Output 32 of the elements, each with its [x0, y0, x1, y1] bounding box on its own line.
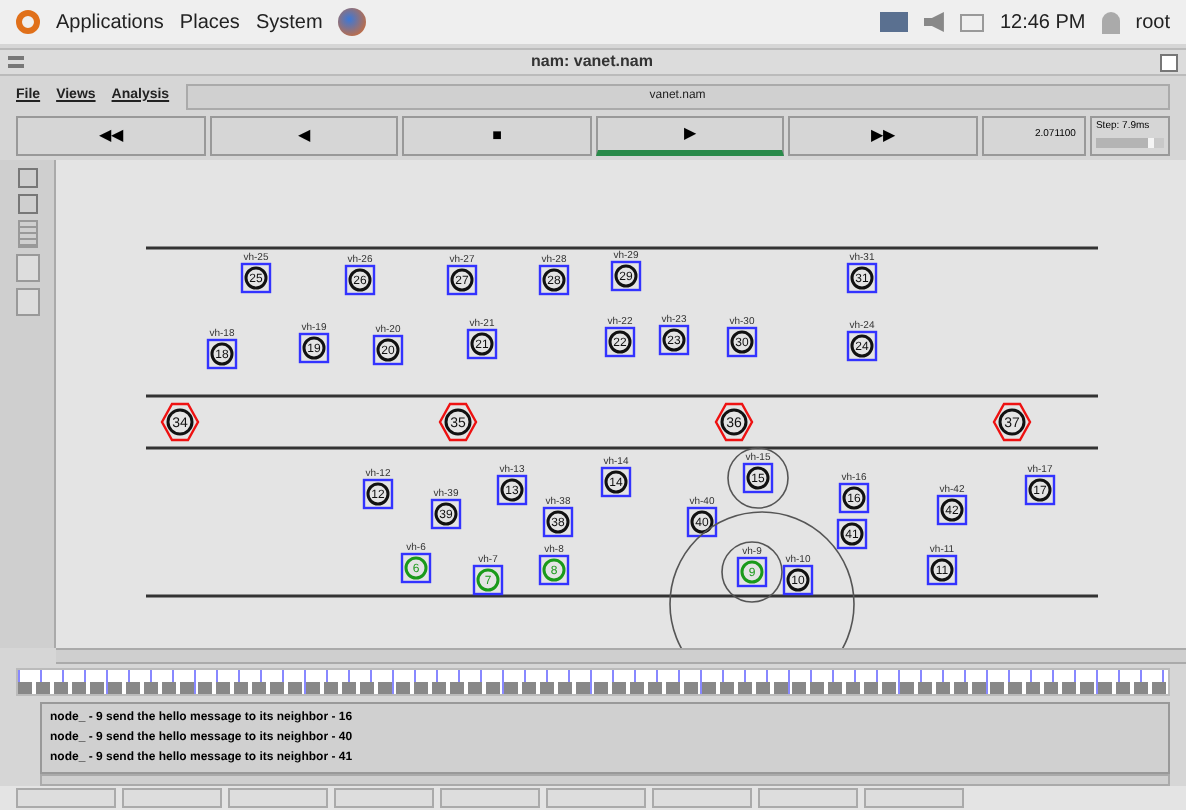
window-title: nam: vanet.nam [529, 50, 655, 74]
taskbar-button[interactable] [652, 788, 752, 808]
taskbar-button[interactable] [334, 788, 434, 808]
taskbar-button[interactable] [546, 788, 646, 808]
minimize-button[interactable] [1160, 53, 1178, 71]
transport-button[interactable]: ◀◀ [16, 116, 206, 156]
clock[interactable]: 12:46 PM [999, 7, 1086, 37]
user-icon [1101, 11, 1120, 33]
log-scrollbar[interactable] [40, 774, 1170, 786]
user-name[interactable]: root [1135, 7, 1170, 37]
transport-button[interactable]: ◀ [209, 116, 399, 156]
volume-icon[interactable] [923, 12, 944, 32]
panel-menu[interactable]: Places [179, 7, 240, 37]
logo-icon [16, 10, 40, 34]
taskbar-button[interactable] [758, 788, 858, 808]
taskbar-button[interactable] [122, 788, 222, 808]
timeline-bar[interactable] [16, 668, 1170, 696]
browser-icon[interactable] [338, 8, 367, 36]
network-icon[interactable] [879, 12, 908, 32]
transport-button[interactable]: ■ [402, 116, 592, 156]
step-slider-fill[interactable] [1095, 138, 1154, 148]
window-menu-icon[interactable] [8, 56, 24, 68]
grid-icon[interactable] [17, 220, 37, 248]
transport-button[interactable]: ▶▶ [788, 116, 978, 156]
transport-button[interactable]: ▶ [595, 116, 785, 156]
panel-menu[interactable]: System [255, 7, 323, 37]
taskbar-button[interactable] [16, 788, 116, 808]
taskbar-button[interactable] [864, 788, 964, 808]
horizontal-scrollbar[interactable] [56, 648, 1186, 664]
taskbar-button[interactable] [228, 788, 328, 808]
panel-menu[interactable]: Applications [56, 7, 164, 37]
taskbar-button[interactable] [440, 788, 540, 808]
